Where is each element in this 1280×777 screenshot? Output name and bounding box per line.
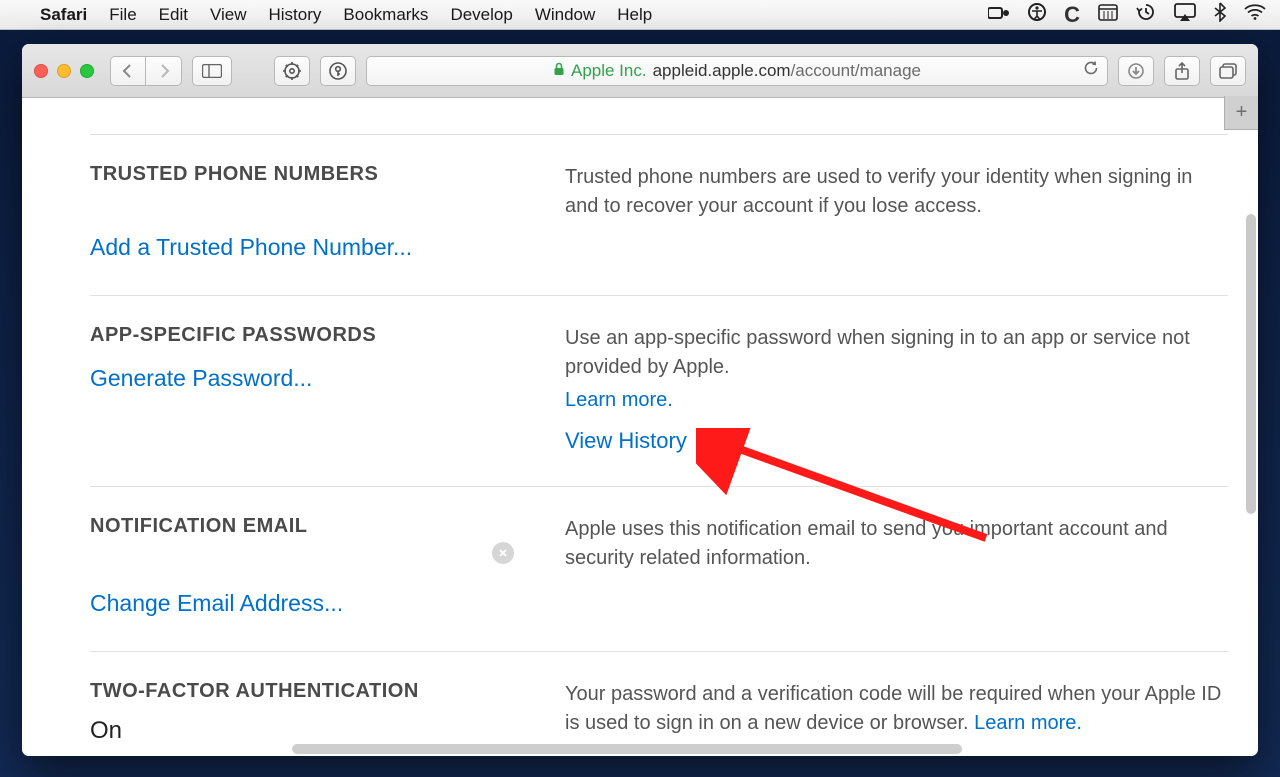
menubar-item-history[interactable]: History <box>269 5 322 25</box>
address-bar[interactable]: Apple Inc. appleid.apple.com/account/man… <box>366 56 1108 86</box>
change-email-link[interactable]: Change Email Address... <box>90 590 343 616</box>
menubar-item-window[interactable]: Window <box>535 5 595 25</box>
window-minimize-button[interactable] <box>57 64 71 78</box>
two-factor-desc: Your password and a verification code wi… <box>565 683 1221 734</box>
section-trusted-phone: TRUSTED PHONE NUMBERS Add a Trusted Phon… <box>90 134 1228 295</box>
view-history-link[interactable]: View History <box>565 425 1228 457</box>
sidebar-button[interactable] <box>192 56 232 86</box>
generate-password-link[interactable]: Generate Password... <box>90 365 312 391</box>
notification-email-desc: Apple uses this notification email to se… <box>565 518 1168 569</box>
share-button[interactable] <box>1164 56 1200 86</box>
settings-button[interactable] <box>274 56 310 86</box>
horizontal-scrollbar[interactable] <box>292 744 962 754</box>
menubar-item-edit[interactable]: Edit <box>159 5 188 25</box>
reload-button[interactable] <box>1083 60 1099 81</box>
menubar-item-develop[interactable]: Develop <box>450 5 512 25</box>
clear-email-icon[interactable] <box>492 542 514 564</box>
window-close-button[interactable] <box>34 64 48 78</box>
menubar-item-help[interactable]: Help <box>617 5 652 25</box>
menubar-item-file[interactable]: File <box>109 5 136 25</box>
app-passwords-learn-more-link[interactable]: Learn more. <box>565 386 1228 415</box>
downloads-button[interactable] <box>1118 56 1154 86</box>
new-tab-button[interactable]: + <box>1224 96 1258 130</box>
add-trusted-phone-link[interactable]: Add a Trusted Phone Number... <box>90 234 412 260</box>
app-passwords-title: APP-SPECIFIC PASSWORDS <box>90 324 535 347</box>
menubar-status-icons: C <box>988 2 1266 28</box>
camera-icon[interactable] <box>988 5 1010 25</box>
wifi-icon[interactable] <box>1244 4 1266 25</box>
airplay-icon[interactable] <box>1174 3 1196 26</box>
two-factor-learn-more-link[interactable]: Learn more. <box>974 712 1082 734</box>
section-notification-email: NOTIFICATION EMAIL Change Email Address.… <box>90 486 1228 651</box>
back-button[interactable] <box>110 56 146 86</box>
app-passwords-desc: Use an app-specific password when signin… <box>565 327 1190 378</box>
menubar-item-view[interactable]: View <box>210 5 247 25</box>
trusted-phone-desc: Trusted phone numbers are used to verify… <box>565 166 1192 217</box>
menubar-item-bookmarks[interactable]: Bookmarks <box>343 5 428 25</box>
url-certificate-company: Apple Inc. <box>571 61 647 81</box>
two-factor-value: On <box>90 717 535 742</box>
forward-button[interactable] <box>146 56 182 86</box>
menubar-app-name[interactable]: Safari <box>40 5 87 25</box>
notification-email-title: NOTIFICATION EMAIL <box>90 515 535 538</box>
window-traffic-lights <box>34 64 94 78</box>
onepassword-button[interactable] <box>320 56 356 86</box>
page-content-area: TRUSTED PHONE NUMBERS Add a Trusted Phon… <box>22 98 1258 756</box>
window-zoom-button[interactable] <box>80 64 94 78</box>
tabs-button[interactable] <box>1210 56 1246 86</box>
two-factor-title: TWO-FACTOR AUTHENTICATION <box>90 680 535 703</box>
bluetooth-icon[interactable] <box>1214 2 1226 27</box>
date-icon[interactable] <box>1098 3 1118 26</box>
url-host: appleid.apple.com/account/manage <box>653 61 921 81</box>
section-app-passwords: APP-SPECIFIC PASSWORDS Generate Password… <box>90 295 1228 487</box>
lock-icon <box>553 62 565 79</box>
vertical-scrollbar[interactable] <box>1246 214 1256 514</box>
safari-window: Apple Inc. appleid.apple.com/account/man… <box>22 44 1258 756</box>
timemachine-icon[interactable] <box>1136 2 1156 27</box>
section-two-factor: TWO-FACTOR AUTHENTICATION On Your passwo… <box>90 651 1228 742</box>
trusted-phone-title: TRUSTED PHONE NUMBERS <box>90 163 535 186</box>
macos-menubar: Safari File Edit View History Bookmarks … <box>0 0 1280 30</box>
refresh-status-icon[interactable]: C <box>1064 2 1080 28</box>
safari-toolbar: Apple Inc. appleid.apple.com/account/man… <box>22 44 1258 98</box>
accessibility-icon[interactable] <box>1028 3 1046 26</box>
